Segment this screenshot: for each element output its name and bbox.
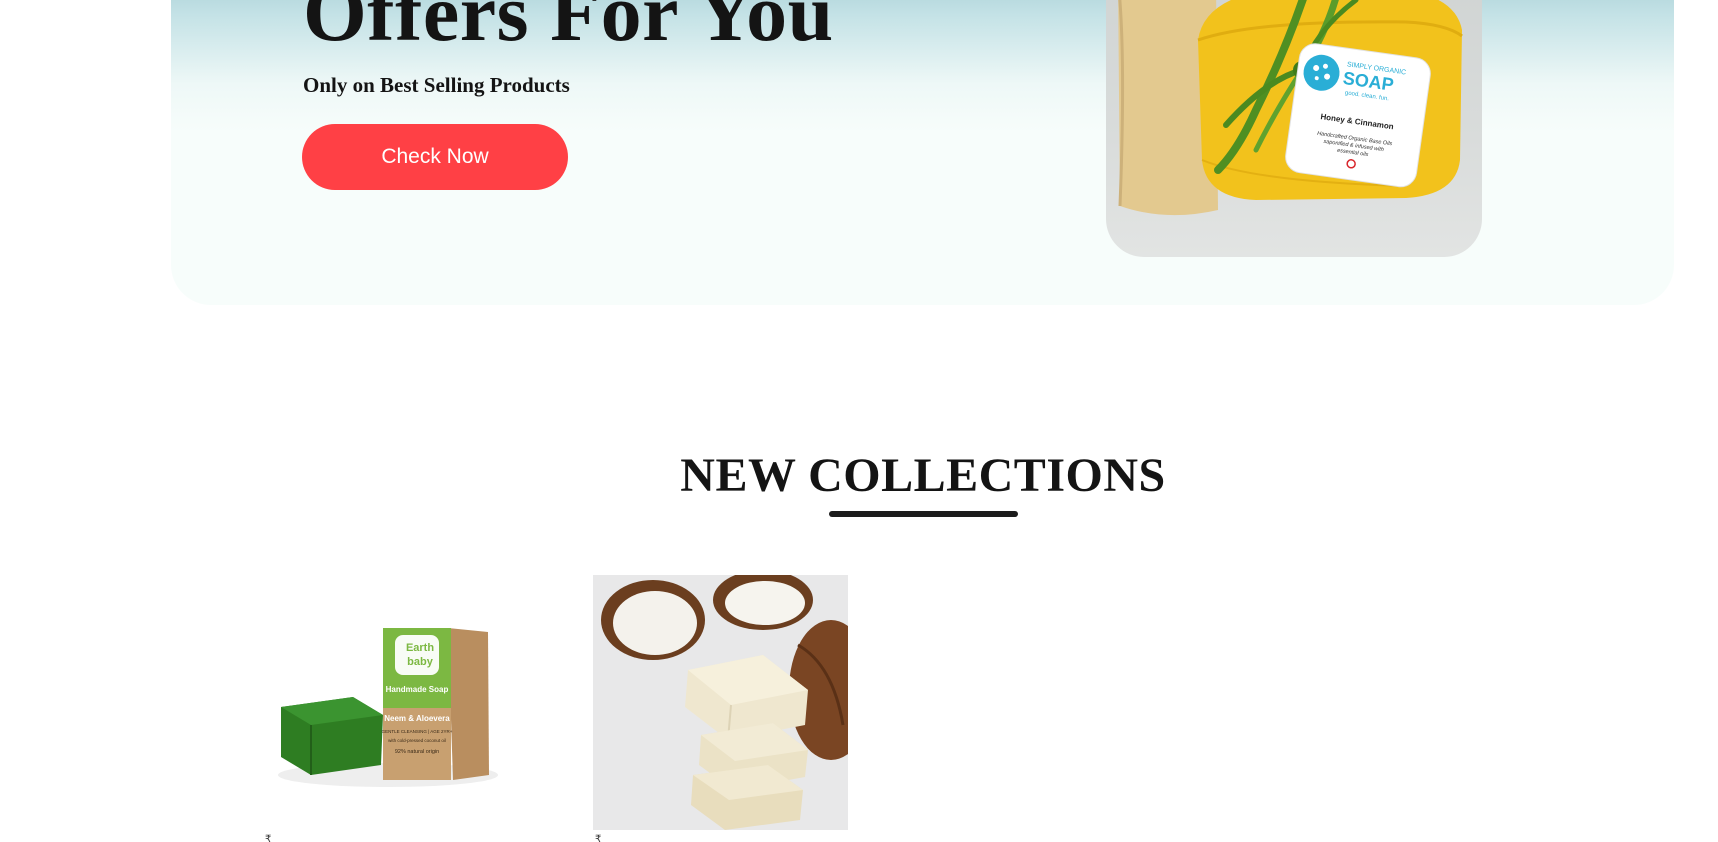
page: Offers For You Only on Best Selling Prod… bbox=[0, 0, 1718, 842]
offer-banner: Offers For You Only on Best Selling Prod… bbox=[171, 0, 1674, 305]
box-detail-3: 92% natural origin bbox=[395, 749, 439, 755]
product-price-coconut-soap: ₹ bbox=[595, 834, 602, 842]
offer-title: Offers For You bbox=[303, 0, 834, 58]
check-now-button[interactable]: Check Now bbox=[302, 124, 568, 190]
offer-subtitle: Only on Best Selling Products bbox=[303, 73, 570, 97]
product-price-earth-baby: ₹ bbox=[265, 834, 272, 842]
new-collections-title: NEW COLLECTIONS bbox=[680, 449, 1166, 502]
box-detail-2: with cold-pressed coconut oil bbox=[388, 738, 446, 743]
product-card-coconut-soap[interactable] bbox=[593, 575, 848, 830]
box-brand-2: baby bbox=[407, 656, 434, 668]
coconut-soap-image bbox=[593, 575, 848, 830]
box-variant: Neem & Aloevera bbox=[384, 714, 450, 723]
box-brand-1: Earth bbox=[406, 642, 434, 654]
offer-product-image[interactable]: SIMPLY ORGANIC SOAP good. clean. fun. Ho… bbox=[1106, 0, 1482, 257]
box-detail-1: GENTLE CLEANSING | AGE 2YR+ bbox=[382, 729, 453, 734]
box-type: Handmade Soap bbox=[386, 685, 449, 694]
earth-baby-soap-image: Earth baby Handmade Soap Neem & Aloevera… bbox=[278, 628, 498, 787]
product-card-earth-baby[interactable]: Earth baby Handmade Soap Neem & Aloevera… bbox=[263, 575, 518, 830]
title-underline bbox=[829, 511, 1018, 517]
